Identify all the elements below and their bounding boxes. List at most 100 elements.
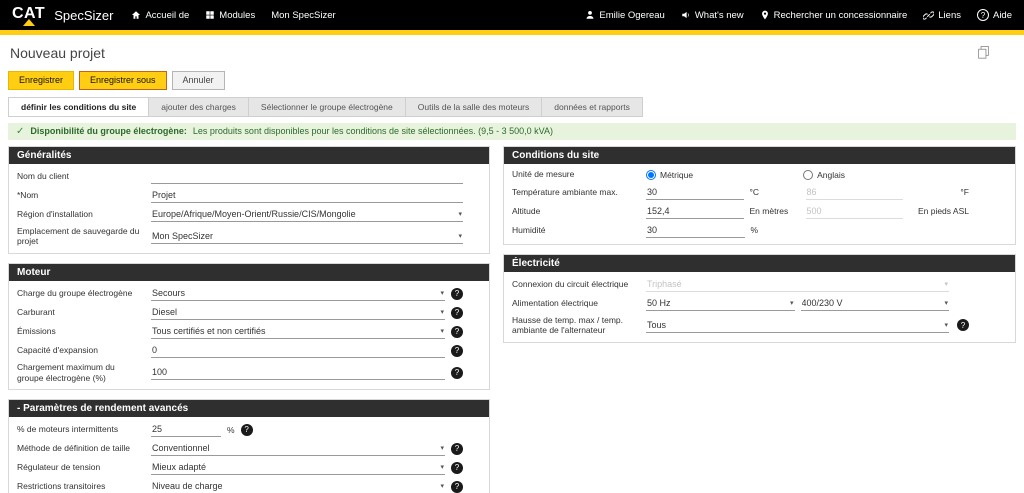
voltage-select[interactable]: 400/230 V ▾ (801, 296, 950, 311)
frequency-select[interactable]: 50 Hz ▾ (646, 296, 795, 311)
temp-celsius-input[interactable] (646, 185, 744, 200)
field-temp-rise: Hausse de temp. max / temp. ambiante de … (504, 313, 1015, 338)
nav-home-label: Accueil de (145, 10, 189, 21)
radio-metric[interactable]: Métrique (646, 170, 693, 180)
chevron-down-icon: ▾ (458, 232, 462, 240)
help-icon[interactable]: ? (451, 462, 463, 474)
save-button[interactable]: Enregistrer (8, 71, 74, 90)
tab-engine-room-tools[interactable]: Outils de la salle des moteurs (406, 97, 543, 117)
nav-home[interactable]: Accueil de (131, 10, 189, 21)
intermittent-motors-input[interactable] (151, 422, 221, 437)
transient-restrictions-select[interactable]: Niveau de charge ▾ (151, 479, 445, 493)
radio-english-input[interactable] (803, 170, 813, 180)
help-icon[interactable]: ? (957, 319, 969, 331)
humidity-input[interactable] (646, 223, 745, 238)
sizing-method-select[interactable]: Conventionnel ▾ (151, 441, 445, 456)
fuel-select[interactable]: Diesel ▾ (151, 305, 445, 320)
temp-rise-select[interactable]: Tous ▾ (646, 318, 949, 333)
help-icon[interactable]: ? (451, 345, 463, 357)
find-dealer-label: Rechercher un concessionnaire (774, 10, 908, 21)
cat-logo-triangle-icon (23, 19, 35, 26)
field-transient-restrictions: Restrictions transitoires Niveau de char… (9, 477, 489, 493)
radio-metric-input[interactable] (646, 170, 656, 180)
chain-link-icon (923, 10, 934, 21)
section-generalites: Généralités Nom du client *Nom (8, 146, 490, 254)
user-menu[interactable]: Emilie Ogereau (585, 10, 664, 21)
availability-banner-text: Les produits sont disponibles pour les c… (193, 126, 553, 136)
genset-load-select[interactable]: Secours ▾ (151, 286, 445, 301)
cancel-button[interactable]: Annuler (172, 71, 225, 90)
find-dealer-link[interactable]: Rechercher un concessionnaire (760, 10, 908, 21)
intermittent-motors-unit: % (227, 425, 235, 435)
help-icon[interactable]: ? (241, 424, 253, 436)
temp-rise-value: Tous (647, 320, 666, 330)
install-region-select[interactable]: Europe/Afrique/Moyen-Orient/Russie/CIS/M… (151, 207, 463, 222)
help-icon[interactable]: ? (451, 326, 463, 338)
voltage-regulator-value: Mieux adapté (152, 462, 206, 472)
save-location-select[interactable]: Mon SpecSizer ▾ (151, 229, 463, 244)
help-label: Aide (993, 10, 1012, 21)
emissions-select[interactable]: Tous certifiés et non certifiés ▾ (151, 324, 445, 339)
help-icon[interactable]: ? (451, 307, 463, 319)
user-name-label: Emilie Ogereau (599, 10, 664, 21)
chevron-down-icon: ▾ (944, 280, 948, 288)
field-client-name: Nom du client (9, 167, 489, 186)
tab-add-loads[interactable]: ajouter des charges (149, 97, 249, 117)
client-name-input[interactable] (151, 169, 463, 184)
tab-select-genset[interactable]: Sélectionner le groupe électrogène (249, 97, 406, 117)
workflow-tabs: définir les conditions du site ajouter d… (8, 97, 1016, 117)
announcement-icon (681, 10, 691, 20)
nav-modules[interactable]: Modules (205, 10, 255, 21)
brand: CAT SpecSizer (12, 6, 113, 24)
power-supply-label: Alimentation électrique (512, 298, 646, 309)
voltage-regulator-label: Régulateur de tension (17, 462, 151, 473)
section-electricity: Électricité Connexion du circuit électri… (503, 254, 1016, 343)
genset-load-label: Charge du groupe électrogène (17, 288, 151, 299)
cat-logo[interactable]: CAT (12, 6, 45, 24)
chevron-down-icon: ▾ (790, 299, 794, 307)
help-icon[interactable]: ? (451, 481, 463, 493)
project-name-input[interactable] (151, 188, 463, 203)
emissions-value: Tous certifiés et non certifiés (152, 326, 266, 336)
main-nav: Accueil de Modules Mon SpecSizer (131, 10, 335, 21)
whats-new-link[interactable]: What's new (681, 10, 744, 21)
help-icon[interactable]: ? (451, 367, 463, 379)
save-location-value: Mon SpecSizer (152, 231, 213, 241)
modules-grid-icon (205, 10, 215, 20)
emissions-label: Émissions (17, 326, 151, 337)
expansion-capacity-label: Capacité d'expansion (17, 345, 151, 356)
radio-metric-label: Métrique (660, 170, 693, 180)
location-pin-icon (760, 10, 770, 20)
altitude-meters-unit: En mètres (750, 206, 800, 216)
temp-fahrenheit-input (806, 185, 904, 200)
save-as-button[interactable]: Enregistrer sous (79, 71, 167, 90)
tab-data-reports[interactable]: données et rapports (542, 97, 643, 117)
help-icon[interactable]: ? (451, 288, 463, 300)
expansion-capacity-input[interactable] (151, 343, 445, 358)
tab-site-conditions[interactable]: définir les conditions du site (8, 97, 149, 117)
radio-english[interactable]: Anglais (803, 170, 845, 180)
install-region-label: Région d'installation (17, 209, 151, 220)
circuit-connection-value: Triphasé (647, 279, 682, 289)
nav-my-specsizer[interactable]: Mon SpecSizer (271, 10, 335, 21)
circuit-connection-select: Triphasé ▾ (646, 277, 949, 292)
section-site-conditions-header: Conditions du site (504, 147, 1015, 164)
altitude-meters-input[interactable] (646, 204, 744, 219)
sizing-method-label: Méthode de définition de taille (17, 443, 151, 454)
app-name: SpecSizer (54, 8, 113, 24)
specsizer-app: CAT SpecSizer Accueil de Modules Mon Spe… (0, 0, 1024, 493)
chevron-down-icon: ▾ (440, 463, 444, 471)
help-icon: ? (977, 9, 989, 21)
max-loading-input[interactable] (151, 365, 445, 380)
help-menu[interactable]: ? Aide (977, 9, 1012, 21)
section-advanced-performance-header[interactable]: - Paramètres de rendement avancés (9, 400, 489, 417)
transient-restrictions-value: Niveau de charge (152, 481, 223, 491)
voltage-regulator-select[interactable]: Mieux adapté ▾ (151, 460, 445, 475)
help-icon[interactable]: ? (451, 443, 463, 455)
links-menu[interactable]: Liens (923, 10, 961, 21)
main-content: Nouveau projet Enregistrer Enregistrer s… (0, 35, 1024, 493)
chevron-down-icon: ▾ (440, 482, 444, 490)
copy-icon[interactable] (977, 45, 990, 65)
save-location-label: Emplacement de sauvegarde du projet (17, 226, 151, 247)
action-buttons: Enregistrer Enregistrer sous Annuler (8, 71, 1016, 90)
